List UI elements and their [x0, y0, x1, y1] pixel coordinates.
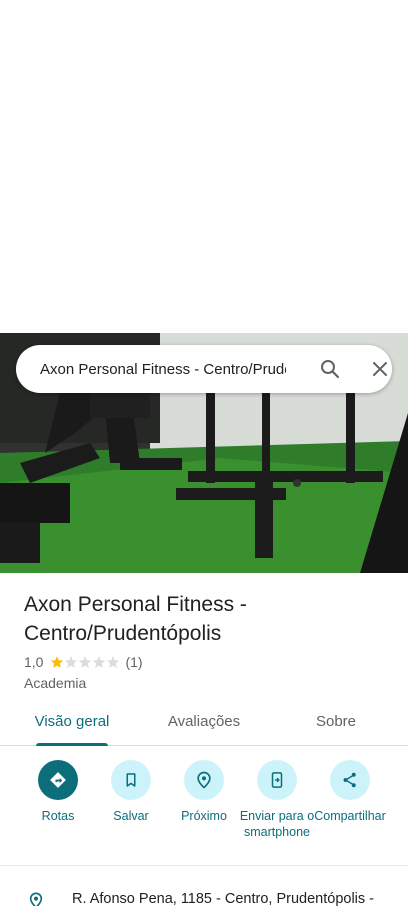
- tab-overview[interactable]: Visão geral: [24, 704, 120, 746]
- tab-active-indicator: [36, 743, 108, 746]
- share-icon: [343, 772, 356, 788]
- send-to-phone-button[interactable]: Enviar para o smartphone: [237, 759, 317, 840]
- tab-bar: Visão geral Avaliações Sobre: [0, 704, 408, 746]
- directions-button[interactable]: Rotas: [18, 759, 98, 824]
- place-category: Academia: [24, 675, 87, 691]
- review-count[interactable]: (1): [125, 654, 142, 670]
- rating-row[interactable]: 1,0 (1): [24, 654, 143, 670]
- nearby-icon: [197, 771, 211, 789]
- nearby-label: Próximo: [181, 809, 227, 823]
- share-button[interactable]: Compartilhar: [310, 759, 390, 824]
- star-empty-icon: [79, 656, 92, 668]
- bookmark-icon: [126, 773, 136, 787]
- nearby-button[interactable]: Próximo: [164, 759, 244, 824]
- location-pin-icon: [29, 892, 43, 906]
- send-to-phone-label: Enviar para o smartphone: [239, 809, 315, 839]
- send-to-phone-button-circle[interactable]: [257, 760, 297, 800]
- section-divider: [0, 865, 408, 866]
- share-button-circle[interactable]: [330, 760, 370, 800]
- address-text[interactable]: R. Afonso Pena, 1185 - Centro, Prudentóp…: [72, 891, 374, 906]
- directions-button-circle[interactable]: [38, 760, 78, 800]
- star-empty-icon: [65, 656, 78, 668]
- rating-stars: [50, 655, 120, 669]
- share-label: Compartilhar: [314, 809, 386, 823]
- send-to-phone-icon: [271, 772, 283, 788]
- directions-label: Rotas: [41, 809, 75, 823]
- save-button-circle[interactable]: [111, 760, 151, 800]
- map-blank-area: [0, 0, 408, 333]
- action-buttons: Rotas Salvar Próximo Enviar para o smart…: [0, 759, 408, 859]
- tab-reviews[interactable]: Avaliações: [154, 704, 254, 746]
- search-input[interactable]: Axon Personal Fitness - Centro/Prudentóp…: [40, 361, 286, 378]
- directions-icon: [50, 772, 66, 788]
- close-icon[interactable]: [368, 357, 392, 381]
- nearby-button-circle[interactable]: [184, 760, 224, 800]
- app-root: Axon Personal Fitness - Centro/Prudentóp…: [0, 0, 408, 906]
- star-empty-icon: [107, 656, 120, 668]
- star-filled-icon: [51, 656, 64, 668]
- rating-value: 1,0: [24, 654, 44, 670]
- search-box[interactable]: Axon Personal Fitness - Centro/Prudentóp…: [16, 345, 392, 393]
- place-title: Axon Personal Fitness - Centro/Prudentóp…: [24, 593, 247, 645]
- save-button[interactable]: Salvar: [91, 759, 171, 824]
- tab-about[interactable]: Sobre: [296, 704, 376, 746]
- save-label: Salvar: [113, 809, 149, 823]
- search-icon[interactable]: [318, 357, 342, 381]
- star-empty-icon: [93, 656, 106, 668]
